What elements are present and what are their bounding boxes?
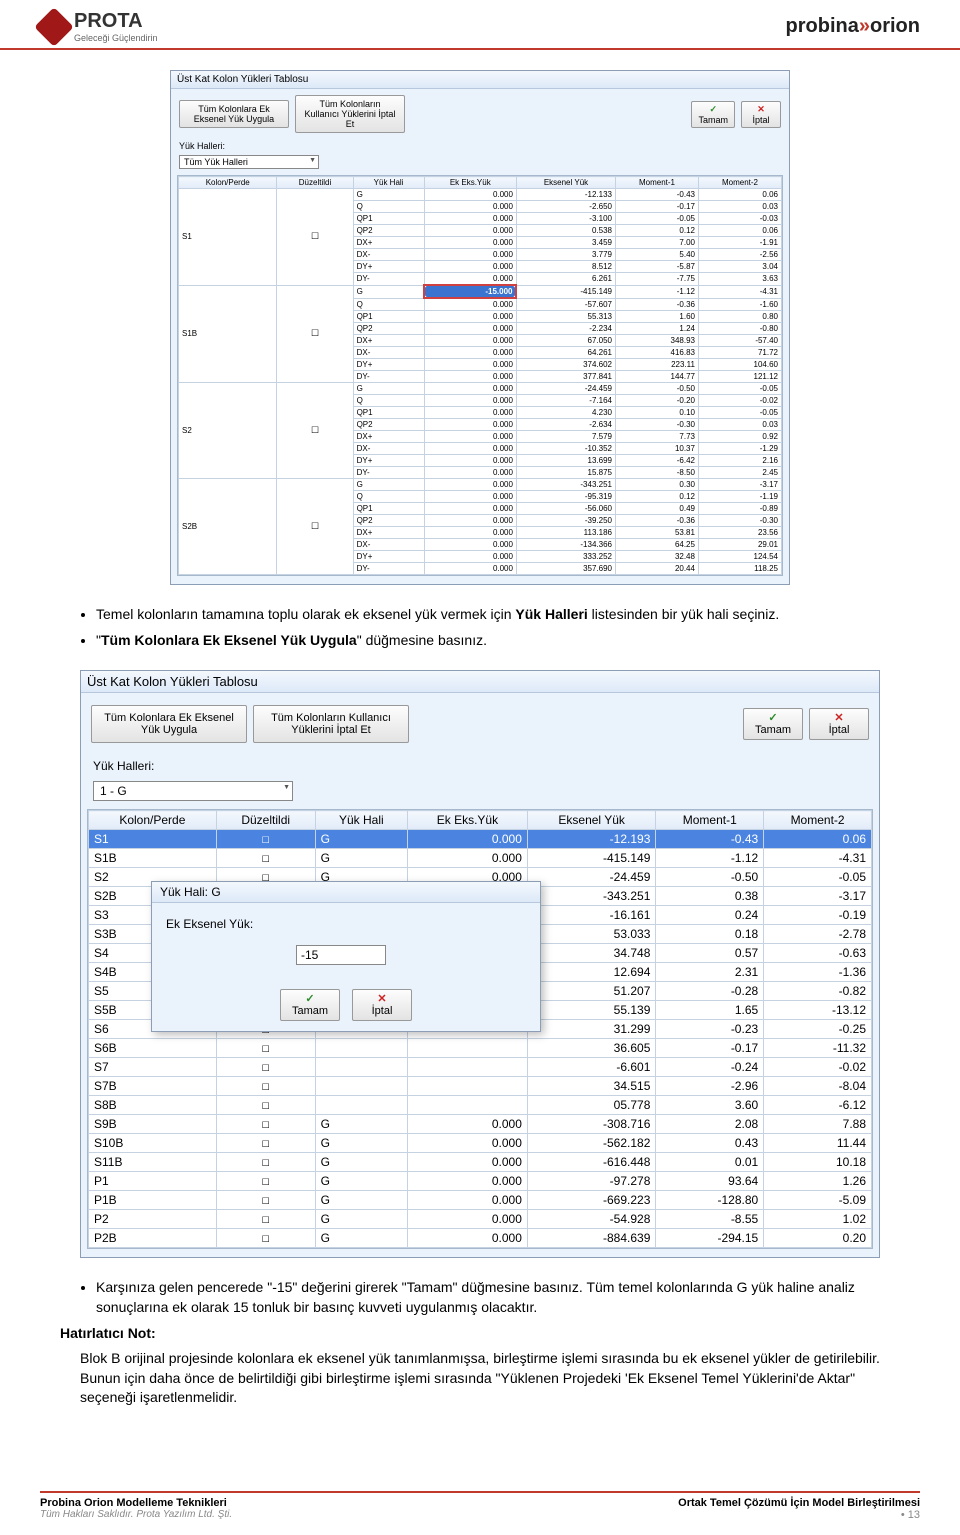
ek-eksenel-popup: Yük Hali: G Ek Eksenel Yük: -15 ✓Tamam ✕… (151, 881, 541, 1032)
cancel-user-loads-button[interactable]: Tüm Kolonların Kullanıcı Yüklerini İptal… (253, 705, 409, 743)
table-row[interactable]: S7-6.601-0.24-0.02 (89, 1058, 872, 1077)
ok-button[interactable]: ✓Tamam (743, 708, 803, 740)
bullet-item: Temel kolonların tamamına toplu olarak e… (96, 605, 900, 625)
table-row[interactable]: S10BG0.000-562.1820.4311.44 (89, 1134, 872, 1153)
bullet-list-2: Karşınıza gelen pencerede "-15" değerini… (60, 1278, 900, 1408)
check-icon: ✓ (709, 104, 717, 114)
right-logo: probina»orion (786, 15, 920, 38)
x-icon: ✕ (377, 993, 386, 1005)
prota-logo-sub: Geleceği Güçlendirin (74, 33, 158, 43)
bullet-item: Karşınıza gelen pencerede "-15" değerini… (96, 1278, 900, 1317)
window-title: Üst Kat Kolon Yükleri Tablosu (171, 71, 789, 89)
page-footer: Probina Orion Modelleme Teknikleri Tüm H… (40, 1491, 920, 1521)
bullet-list-1: Temel kolonların tamamına toplu olarak e… (60, 605, 900, 650)
popup-label: Ek Eksenel Yük: (166, 917, 253, 931)
table-row[interactable]: S6B36.605-0.17-11.32 (89, 1039, 872, 1058)
footer-page-number: • 13 (678, 1509, 920, 1521)
table-row: S2BG0.000-343.2510.30-3.17 (179, 479, 782, 491)
cancel-button[interactable]: ✕İptal (741, 101, 781, 128)
yuk-halleri-combo[interactable]: 1 - G (93, 781, 293, 801)
check-icon: ✓ (768, 712, 777, 724)
x-icon: ✕ (834, 712, 843, 724)
apply-all-button[interactable]: Tüm Kolonlara Ek Eksenel Yük Uygula (91, 705, 247, 743)
popup-ok-button[interactable]: ✓Tamam (280, 989, 340, 1021)
table-row[interactable]: S7B34.515-2.96-8.04 (89, 1077, 872, 1096)
note-body: Blok B orijinal projesinde kolonlara ek … (80, 1349, 900, 1408)
footer-left-sub: Tüm Hakları Saklıdır. Prota Yazılım Ltd.… (40, 1509, 232, 1520)
small-screenshot-window: Üst Kat Kolon Yükleri Tablosu Tüm Kolonl… (170, 70, 790, 585)
yuk-halleri-label: Yük Halleri: (179, 141, 225, 151)
popup-value-input[interactable]: -15 (296, 945, 386, 965)
footer-left-main: Probina Orion Modelleme Teknikleri (40, 1497, 232, 1509)
yuk-halleri-combo[interactable]: Tüm Yük Halleri (179, 155, 319, 169)
table-row[interactable]: P1G0.000-97.27893.641.26 (89, 1172, 872, 1191)
table-row[interactable]: S1G0.000-12.193-0.430.06 (89, 830, 872, 849)
note-heading: Hatırlatıcı Not: (60, 1324, 900, 1344)
cancel-button[interactable]: ✕İptal (809, 708, 869, 740)
table-row: S1BG-15.000-415.149-1.12-4.31 (179, 285, 782, 298)
page-header: PROTA Geleceği Güçlendirin probina»orion (0, 0, 960, 50)
popup-cancel-button[interactable]: ✕İptal (352, 989, 412, 1021)
ok-button[interactable]: ✓Tamam (691, 101, 735, 128)
cancel-user-loads-button[interactable]: Tüm Kolonların Kullanıcı Yüklerini İptal… (295, 95, 405, 133)
popup-title: Yük Hali: G (152, 882, 540, 903)
table-row[interactable]: P2BG0.000-884.639-294.150.20 (89, 1229, 872, 1248)
yuk-halleri-label: Yük Halleri: (93, 759, 154, 773)
apply-all-button[interactable]: Tüm Kolonlara Ek Eksenel Yük Uygula (179, 100, 289, 128)
table-row[interactable]: P1BG0.000-669.223-128.80-5.09 (89, 1191, 872, 1210)
table-row[interactable]: P2G0.000-54.928-8.551.02 (89, 1210, 872, 1229)
table-row: S2G0.000-24.459-0.50-0.05 (179, 383, 782, 395)
prota-logo-text: PROTA (74, 10, 158, 33)
footer-right-main: Ortak Temel Çözümü İçin Model Birleştiri… (678, 1497, 920, 1509)
table-row: S1G0.000-12.133-0.430.06 (179, 189, 782, 201)
left-logo: PROTA Geleceği Güçlendirin (40, 10, 158, 43)
big-screenshot-window: Üst Kat Kolon Yükleri Tablosu Tüm Kolonl… (80, 670, 880, 1258)
table-row[interactable]: S9BG0.000-308.7162.087.88 (89, 1115, 872, 1134)
window-title: Üst Kat Kolon Yükleri Tablosu (81, 671, 879, 693)
small-loads-table: Kolon/PerdeDüzeltildiYük HaliEk Eks.YükE… (178, 176, 782, 575)
prota-logo-icon (34, 7, 74, 47)
table-row[interactable]: S1BG0.000-415.149-1.12-4.31 (89, 849, 872, 868)
table-row[interactable]: S8B05.7783.60-6.12 (89, 1096, 872, 1115)
x-icon: ✕ (757, 104, 765, 114)
check-icon: ✓ (305, 993, 314, 1005)
table-row[interactable]: S11BG0.000-616.4480.0110.18 (89, 1153, 872, 1172)
bullet-item: "Tüm Kolonlara Ek Eksenel Yük Uygula" dü… (96, 631, 900, 651)
